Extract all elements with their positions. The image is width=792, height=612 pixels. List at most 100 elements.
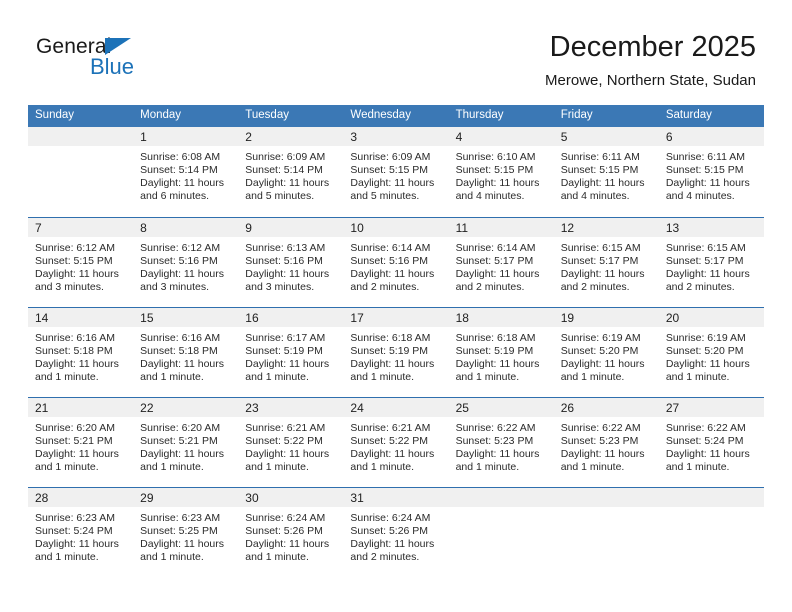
calendar-day-cell[interactable]: 10 Sunrise: 6:14 AM Sunset: 5:16 PM Dayligh… (343, 216, 449, 307)
daylight-text-line2: and 3 minutes. (245, 280, 315, 293)
calendar-day-cell[interactable]: 26 Sunrise: 6:22 AM Sunset: 5:23 PM Dayligh… (553, 396, 659, 487)
day-number: 6 (658, 127, 764, 146)
general-blue-logo[interactable]: General Blue (36, 36, 236, 84)
day-cell-details: Sunrise: 6:21 AM Sunset: 5:22 PM Daylight:… (343, 417, 448, 474)
day-number: 12 (553, 217, 659, 237)
calendar-day-cell[interactable]: 27 Sunrise: 6:22 AM Sunset: 5:24 PM Dayligh… (658, 396, 764, 487)
calendar-day-cell[interactable]: 4 Sunrise: 6:10 AM Sunset: 5:15 PM Daylight… (448, 127, 554, 217)
calendar-week-row: 28 Sunrise: 6:23 AM Sunset: 5:24 PM Dayligh… (28, 486, 764, 578)
sunset-text: Sunset: 5:22 PM (245, 434, 323, 447)
day-cell-details: Sunrise: 6:12 AM Sunset: 5:16 PM Daylight:… (133, 237, 238, 294)
sunset-text: Sunset: 5:17 PM (560, 254, 639, 267)
daylight-text-line1: Daylight: 11 hours (665, 177, 750, 190)
sunset-text: Sunset: 5:24 PM (665, 434, 744, 447)
calendar-day-cell[interactable]: 20 Sunrise: 6:19 AM Sunset: 5:20 PM Dayligh… (658, 306, 764, 397)
daylight-text-line1: Daylight: 11 hours (35, 267, 119, 280)
calendar-day-cell[interactable]: 8 Sunrise: 6:12 AM Sunset: 5:16 PM Daylight… (133, 216, 239, 307)
calendar-day-cell[interactable]: 25 Sunrise: 6:22 AM Sunset: 5:23 PM Dayligh… (448, 396, 554, 487)
sunset-text: Sunset: 5:26 PM (245, 524, 323, 537)
calendar-day-cell-empty (28, 127, 134, 217)
calendar-day-cell[interactable]: 12 Sunrise: 6:15 AM Sunset: 5:17 PM Dayligh… (553, 216, 659, 307)
daylight-text-line2: and 1 minute. (665, 370, 730, 383)
calendar-day-cell[interactable]: 6 Sunrise: 6:11 AM Sunset: 5:15 PM Daylight… (658, 127, 764, 217)
calendar-day-cell[interactable]: 24 Sunrise: 6:21 AM Sunset: 5:22 PM Dayligh… (343, 396, 449, 487)
sunset-text: Sunset: 5:24 PM (35, 524, 113, 537)
day-cell-inner: 3 Sunrise: 6:09 AM Sunset: 5:15 PM Daylight… (343, 127, 449, 217)
calendar-day-cell[interactable]: 18 Sunrise: 6:18 AM Sunset: 5:19 PM Dayligh… (448, 306, 554, 397)
day-number: 27 (658, 397, 764, 417)
calendar-day-cell[interactable]: 2 Sunrise: 6:09 AM Sunset: 5:14 PM Daylight… (238, 127, 344, 217)
daylight-text-line2: and 5 minutes. (245, 190, 315, 203)
day-number: 15 (133, 307, 239, 327)
calendar-day-cell[interactable]: 16 Sunrise: 6:17 AM Sunset: 5:19 PM Dayligh… (238, 306, 344, 397)
day-cell-details: Sunrise: 6:24 AM Sunset: 5:26 PM Daylight:… (238, 507, 343, 564)
day-number: 19 (553, 307, 659, 327)
day-number: 22 (133, 397, 239, 417)
sunset-text: Sunset: 5:20 PM (560, 344, 639, 357)
calendar-day-cell[interactable]: 29 Sunrise: 6:23 AM Sunset: 5:25 PM Dayligh… (133, 486, 239, 577)
calendar-week-row: 7 Sunrise: 6:12 AM Sunset: 5:15 PM Daylight… (28, 216, 764, 307)
sunrise-text: Sunrise: 6:21 AM (245, 421, 326, 434)
calendar-day-cell-empty (553, 486, 659, 578)
sunrise-text: Sunrise: 6:16 AM (35, 331, 115, 344)
calendar-day-cell[interactable]: 17 Sunrise: 6:18 AM Sunset: 5:19 PM Dayligh… (343, 306, 449, 397)
calendar-day-cell[interactable]: 1 Sunrise: 6:08 AM Sunset: 5:14 PM Daylight… (133, 127, 239, 217)
day-cell-details: Sunrise: 6:18 AM Sunset: 5:19 PM Daylight:… (343, 327, 448, 384)
day-number: 31 (343, 487, 449, 507)
calendar-day-cell[interactable]: 22 Sunrise: 6:20 AM Sunset: 5:21 PM Dayligh… (133, 396, 239, 487)
daylight-text-line1: Daylight: 11 hours (140, 447, 224, 460)
daylight-text-line2: and 2 minutes. (665, 280, 735, 293)
calendar-day-cell[interactable]: 15 Sunrise: 6:16 AM Sunset: 5:18 PM Dayligh… (133, 306, 239, 397)
calendar-day-cell[interactable]: 9 Sunrise: 6:13 AM Sunset: 5:16 PM Daylight… (238, 216, 344, 307)
daylight-text-line2: and 3 minutes. (35, 280, 104, 293)
day-cell-inner: 1 Sunrise: 6:08 AM Sunset: 5:14 PM Daylight… (133, 127, 239, 217)
daylight-text-line1: Daylight: 11 hours (560, 177, 645, 190)
day-number: 14 (28, 307, 134, 327)
calendar-week-row: 1 Sunrise: 6:08 AM Sunset: 5:14 PM Daylight… (28, 127, 764, 217)
sunrise-text: Sunrise: 6:22 AM (455, 421, 536, 434)
page-title: December 2025 (549, 31, 756, 63)
daylight-text-line1: Daylight: 11 hours (35, 447, 119, 460)
day-cell-inner: 11 Sunrise: 6:14 AM Sunset: 5:17 PM Dayligh… (448, 217, 554, 307)
sunset-text: Sunset: 5:21 PM (35, 434, 113, 447)
day-cell-inner: 23 Sunrise: 6:21 AM Sunset: 5:22 PM Dayligh… (238, 397, 344, 487)
sunrise-text: Sunrise: 6:08 AM (140, 151, 221, 163)
calendar-day-cell[interactable]: 28 Sunrise: 6:23 AM Sunset: 5:24 PM Dayligh… (28, 486, 134, 577)
daylight-text-line1: Daylight: 11 hours (455, 177, 540, 190)
sunrise-text: Sunrise: 6:11 AM (560, 151, 640, 163)
daylight-text-line2: and 4 minutes. (455, 190, 525, 203)
day-cell-details: Sunrise: 6:20 AM Sunset: 5:21 PM Daylight:… (133, 417, 238, 474)
calendar-day-cell[interactable]: 5 Sunrise: 6:11 AM Sunset: 5:15 PM Daylight… (553, 127, 659, 217)
calendar-day-cell[interactable]: 19 Sunrise: 6:19 AM Sunset: 5:20 PM Dayligh… (553, 306, 659, 397)
daylight-text-line1: Daylight: 11 hours (140, 267, 224, 280)
sunset-text: Sunset: 5:17 PM (665, 254, 744, 267)
calendar-day-cell[interactable]: 30 Sunrise: 6:24 AM Sunset: 5:26 PM Dayligh… (238, 486, 344, 577)
calendar-day-cell[interactable]: 3 Sunrise: 6:09 AM Sunset: 5:15 PM Daylight… (343, 127, 449, 217)
day-cell-inner (28, 127, 134, 217)
daylight-text-line2: and 2 minutes. (350, 550, 420, 563)
sunrise-text: Sunrise: 6:22 AM (665, 421, 746, 434)
daylight-text-line1: Daylight: 11 hours (455, 357, 540, 370)
daylight-text-line1: Daylight: 11 hours (245, 267, 330, 280)
day-cell-inner: 26 Sunrise: 6:22 AM Sunset: 5:23 PM Dayligh… (553, 397, 659, 487)
day-cell-inner (553, 487, 659, 578)
calendar-day-cell[interactable]: 7 Sunrise: 6:12 AM Sunset: 5:15 PM Daylight… (28, 216, 134, 307)
month-calendar-table: Sunday Monday Tuesday Wednesday Thursday… (28, 105, 764, 577)
daylight-text-line2: and 1 minute. (140, 370, 204, 383)
day-number: 25 (448, 397, 554, 417)
calendar-day-cell[interactable]: 31 Sunrise: 6:24 AM Sunset: 5:26 PM Dayligh… (343, 486, 449, 577)
daylight-text-line1: Daylight: 11 hours (245, 537, 330, 550)
calendar-day-cell[interactable]: 14 Sunrise: 6:16 AM Sunset: 5:18 PM Dayligh… (28, 306, 134, 397)
daylight-text-line1: Daylight: 11 hours (350, 447, 435, 460)
day-cell-inner: 22 Sunrise: 6:20 AM Sunset: 5:21 PM Dayligh… (133, 397, 239, 487)
calendar-day-cell[interactable]: 23 Sunrise: 6:21 AM Sunset: 5:22 PM Dayligh… (238, 396, 344, 487)
calendar-day-cell[interactable]: 21 Sunrise: 6:20 AM Sunset: 5:21 PM Dayligh… (28, 396, 134, 487)
calendar-day-cell[interactable]: 13 Sunrise: 6:15 AM Sunset: 5:17 PM Dayligh… (658, 216, 764, 307)
calendar-day-cell[interactable]: 11 Sunrise: 6:14 AM Sunset: 5:17 PM Dayligh… (448, 216, 554, 307)
day-number (658, 487, 764, 507)
sunrise-text: Sunrise: 6:23 AM (35, 511, 115, 524)
daylight-text-line1: Daylight: 11 hours (35, 357, 119, 370)
sunrise-text: Sunrise: 6:24 AM (245, 511, 326, 524)
sunrise-text: Sunrise: 6:18 AM (350, 331, 431, 344)
daylight-text-line2: and 1 minute. (560, 460, 625, 473)
